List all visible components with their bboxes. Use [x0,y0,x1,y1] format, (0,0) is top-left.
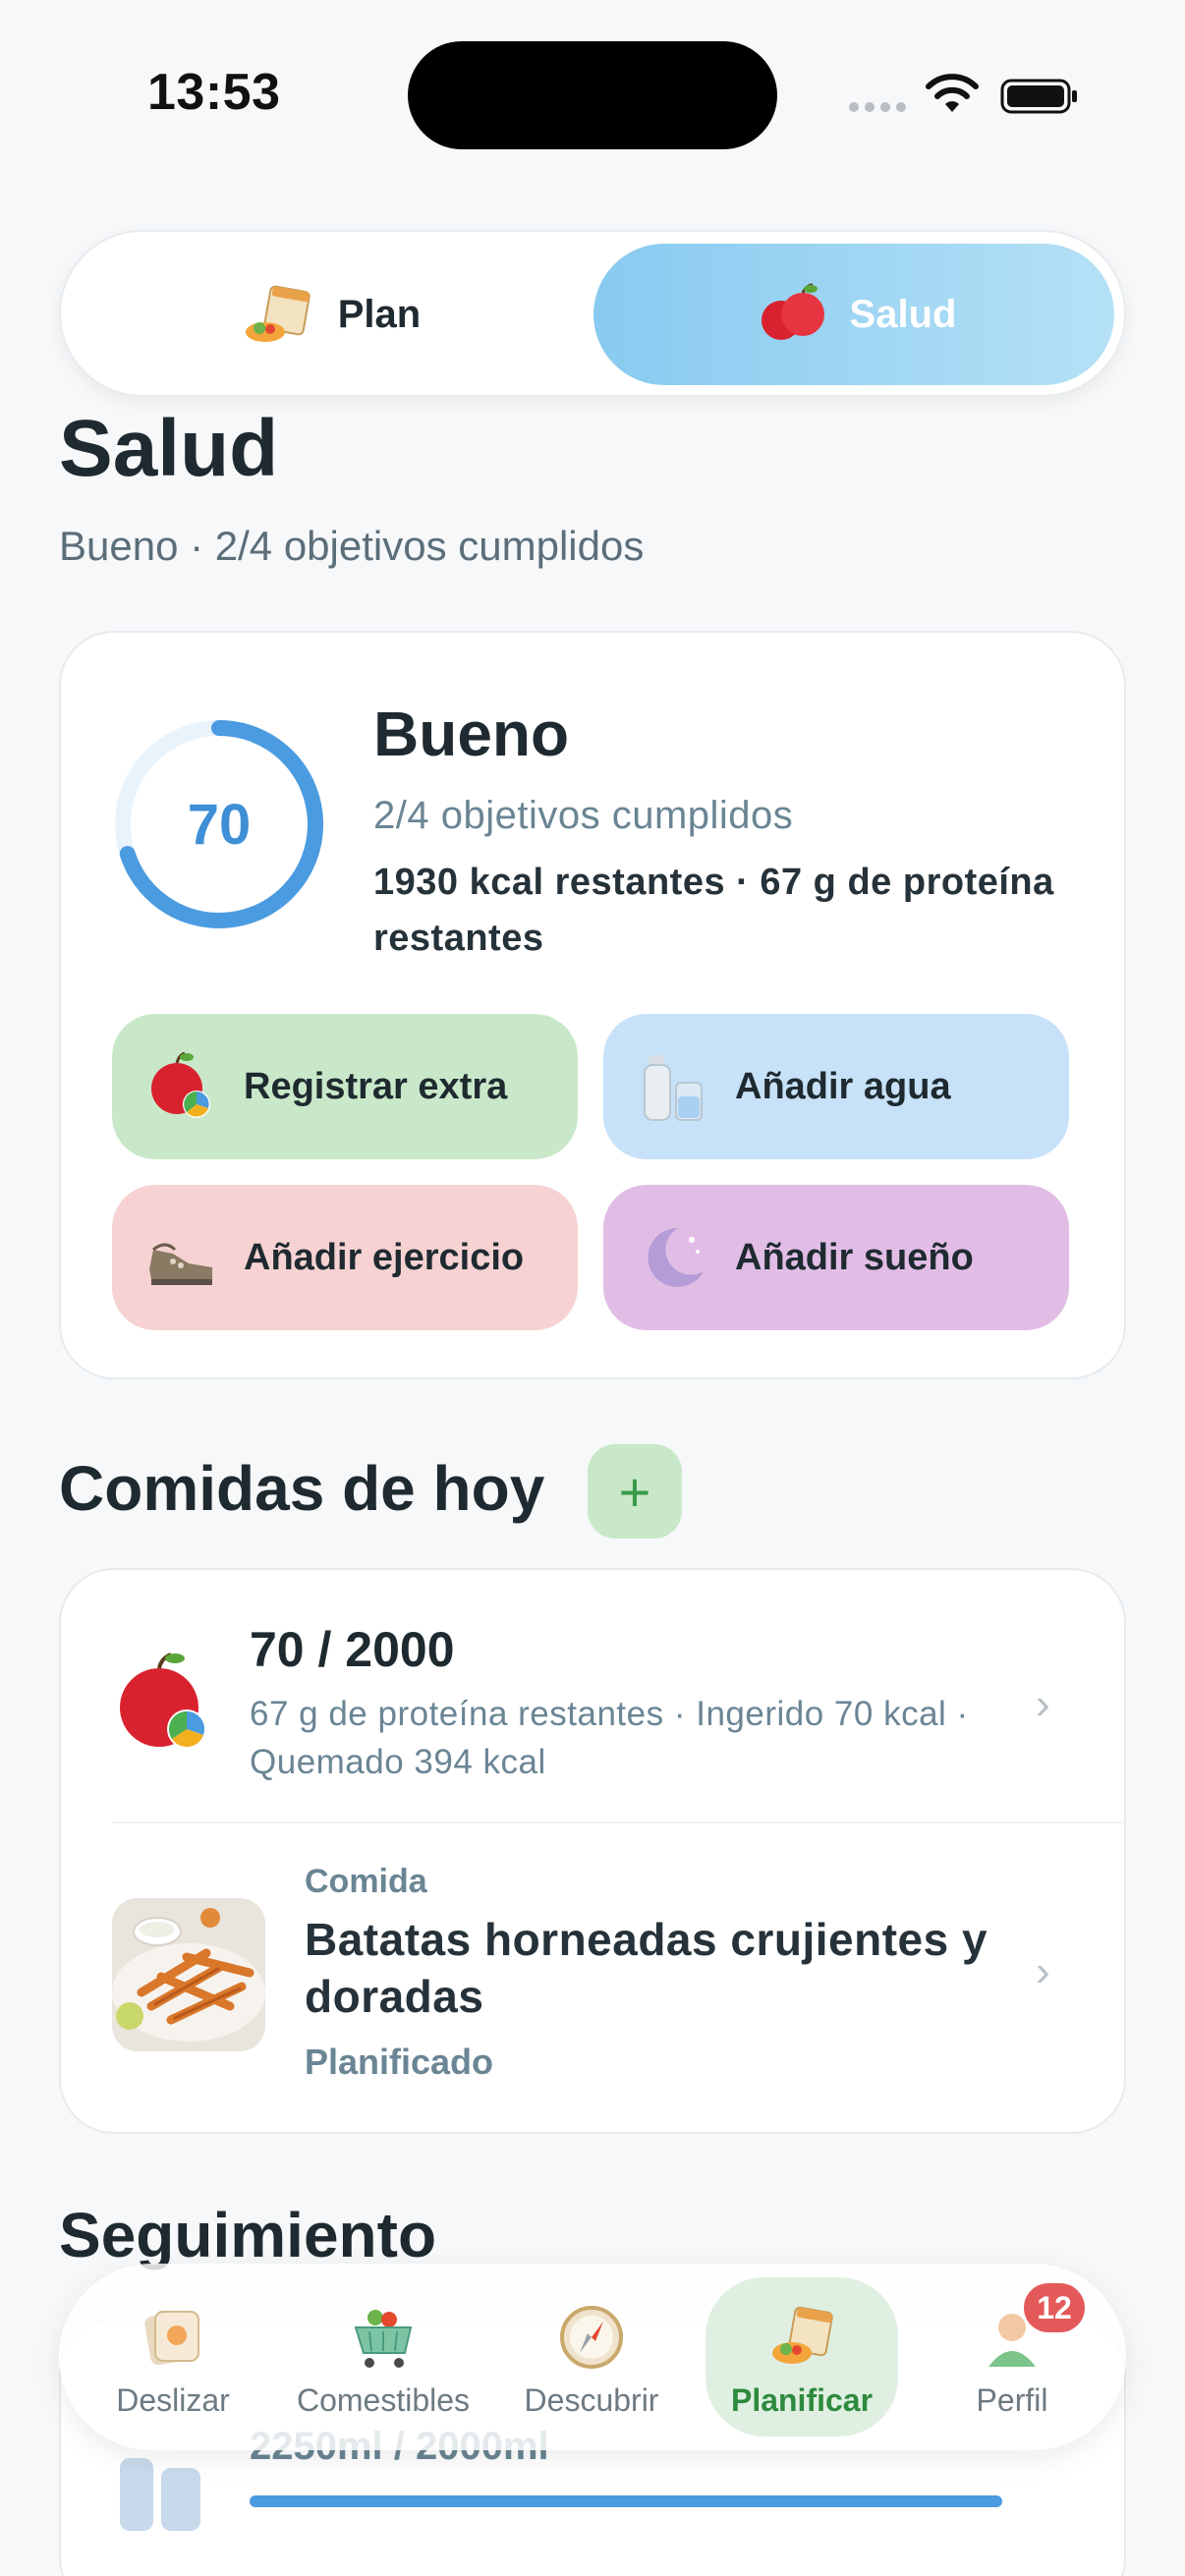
divider [112,1821,1128,1823]
score-value: 70 [187,792,252,857]
sneaker-icon [149,1243,212,1285]
sweet-potato-fries-image [112,1898,265,2051]
page-subtitle: Bueno · 2/4 objetivos cumplidos [59,523,645,569]
add-water-label: Añadir agua [735,1065,951,1107]
swipe-cards-icon [144,2311,199,2366]
tab-salud-label: Salud [849,292,957,336]
notification-badge: 12 [1024,2283,1085,2332]
nav-perfil[interactable]: Perfil 12 [916,2277,1108,2436]
add-sleep-label: Añadir sueño [735,1236,974,1278]
water-progress-bar [250,2495,1002,2507]
bottom-navigation: Deslizar Comestibles Descubrir Planifica… [59,2264,1126,2450]
health-status: Bueno [373,699,570,769]
water-bottle-icon [120,2458,200,2531]
tracking-section-title: Seguimiento [59,2200,437,2270]
nav-planificar[interactable]: Planificar [705,2277,898,2436]
add-exercise-button[interactable]: Añadir ejercicio [112,1185,578,1330]
meals-card: 70 / 2000 67 g de proteína restantes · I… [59,1568,1128,2134]
meal-type: Comida [305,1863,427,1900]
chevron-right-icon: › [1036,1947,1050,1995]
tab-salud[interactable]: Salud [593,244,1114,385]
add-exercise-label: Añadir ejercicio [244,1236,525,1278]
plan-salud-switch: Plan Salud [59,230,1126,397]
calendar-icon [772,2306,833,2364]
battery-icon [1000,79,1077,114]
nav-deslizar[interactable]: Deslizar [77,2277,269,2436]
meals-section-title: Comidas de hoy [59,1453,545,1524]
nav-descubrir[interactable]: Descubrir [495,2277,688,2436]
cart-icon [354,2310,413,2368]
remaining-summary: 1930 kcal restantes · 67 g de proteína r… [373,862,1054,959]
calendar-food-icon [245,285,310,342]
log-extra-label: Registrar extra [244,1065,508,1107]
meal-name: Batatas horneadas crujientes y doradas [305,1914,988,2022]
apple-chart-icon [120,1652,206,1749]
compass-icon [560,2306,623,2369]
signal-icon [849,102,906,112]
tab-plan[interactable]: Plan [75,244,586,385]
calories-progress: 70 / 2000 [250,1622,455,1677]
nav-comestibles[interactable]: Comestibles [287,2277,480,2436]
nav-descubrir-label: Descubrir [524,2382,659,2418]
calories-detail: 67 g de proteína restantes · Ingerido 70… [250,1695,969,1781]
health-summary-card: 70 Bueno 2/4 objetivos cumplidos 1930 kc… [59,631,1126,1379]
goals-summary: 2/4 objetivos cumplidos [373,794,794,837]
add-meal-button[interactable]: + [588,1444,682,1539]
chevron-right-icon: › [1036,1680,1050,1728]
nav-deslizar-label: Deslizar [116,2382,230,2418]
water-bottle-icon [644,1055,703,1121]
add-sleep-button[interactable]: Añadir sueño [603,1185,1069,1330]
moon-icon [648,1227,704,1287]
apples-icon [761,283,824,340]
page-title: Salud [59,404,279,493]
dynamic-island [408,41,777,149]
health-screen: 13:53 Plan Salud Salud Bueno · 2/4 objet… [0,0,1185,2576]
nav-perfil-label: Perfil [976,2382,1048,2418]
wifi-icon [926,74,979,112]
apple-chart-icon [151,1051,210,1118]
status-time: 13:53 [147,64,281,121]
log-extra-button[interactable]: Registrar extra [112,1014,578,1159]
add-water-button[interactable]: Añadir agua [603,1014,1069,1159]
tab-plan-label: Plan [337,292,422,336]
nav-planificar-label: Planificar [730,2382,874,2418]
meal-status: Planificado [305,2042,494,2082]
nav-comestibles-label: Comestibles [296,2382,471,2418]
